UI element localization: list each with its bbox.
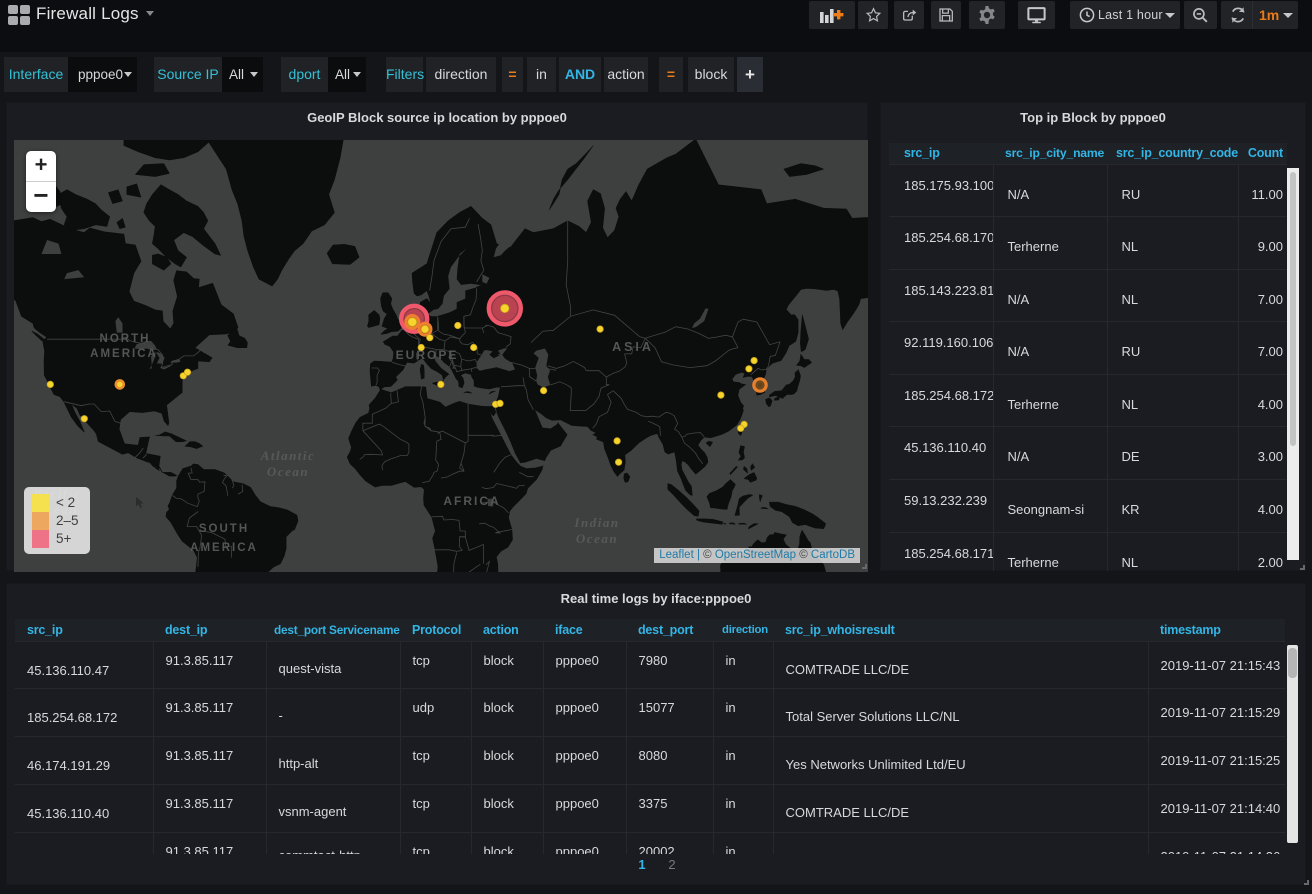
svg-text:AFRICA: AFRICA	[443, 494, 500, 508]
svg-text:Ocean: Ocean	[576, 531, 618, 546]
svg-text:AMERICA: AMERICA	[90, 348, 158, 360]
svg-text:Atlantic: Atlantic	[260, 448, 316, 463]
svg-text:NORTH: NORTH	[100, 333, 151, 345]
svg-text:Ocean: Ocean	[267, 464, 309, 479]
svg-text:AMERICA: AMERICA	[190, 542, 258, 554]
svg-text:ASIA: ASIA	[612, 340, 654, 354]
svg-text:Indian: Indian	[573, 515, 619, 530]
svg-text:EUROPE: EUROPE	[396, 348, 459, 362]
svg-text:SOUTH: SOUTH	[199, 523, 249, 535]
